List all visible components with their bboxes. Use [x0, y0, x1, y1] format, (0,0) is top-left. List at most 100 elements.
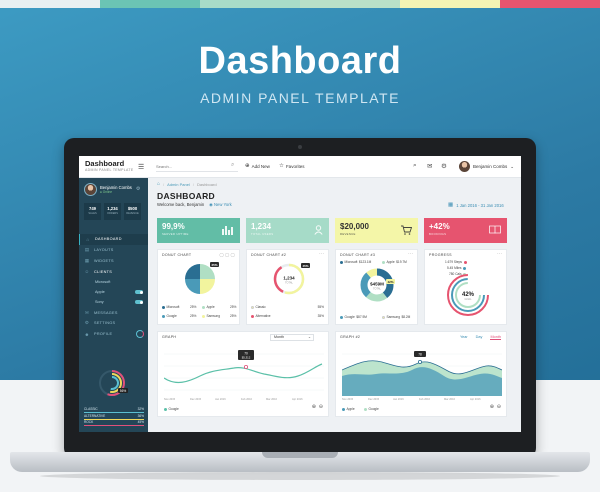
legend-label: Classic: [255, 305, 266, 309]
donut-chart-2-card: DONUT CHART #2 ··· 1,234 TOTAL 45% Class…: [246, 249, 329, 325]
sidebar-item-clients[interactable]: ☺ CLIENTS: [79, 266, 148, 277]
color-swatches: [0, 0, 600, 8]
legend-value: 55%: [317, 305, 324, 309]
search-icon[interactable]: ⌕: [413, 162, 417, 170]
sidebar-profile[interactable]: Benjamin Combs ● Online: [84, 183, 132, 196]
period-select[interactable]: Month ⌄: [270, 333, 314, 341]
card-title: DONUT CHART #3: [340, 253, 376, 257]
kpi-card-revenue[interactable]: $20,000 REVENUE: [335, 218, 418, 243]
location[interactable]: ◉ New York: [209, 202, 232, 207]
stat-label: SALES: [88, 212, 97, 215]
gear-icon[interactable]: ⚙: [136, 186, 140, 192]
tab-year[interactable]: Year: [460, 335, 468, 340]
search-icon[interactable]: ⌕: [231, 162, 234, 169]
add-new-button[interactable]: ⊕ Add New: [245, 163, 270, 169]
zoom-in-icon[interactable]: ⊕: [490, 404, 494, 410]
tab-month[interactable]: Month: [490, 335, 501, 340]
legend-item: Apple: [202, 305, 215, 309]
legend-item: Apple $19.7M: [382, 260, 407, 264]
legend-label: Google: [166, 314, 177, 318]
tab-day[interactable]: Day: [476, 335, 483, 340]
sidebar-item-dashboard[interactable]: ⌂ DASHBOARD: [79, 234, 148, 245]
more-icon[interactable]: ···: [319, 251, 324, 257]
sidebar-nav: ⌂ DASHBOARD ▤ LAYOUTS ▦ WIDGETS ☺ CLIENT…: [79, 234, 148, 340]
kpi-card-uptime[interactable]: 99,9% SERVER UPTIME: [157, 218, 240, 243]
sidebar-item-layouts[interactable]: ▤ LAYOUTS: [79, 245, 148, 256]
kpi-card-bookings[interactable]: +42% BOOKINGS: [424, 218, 507, 243]
hero-subtitle: ADMIN PANEL TEMPLATE: [200, 90, 400, 106]
sidebar-subitem-microsoft[interactable]: Microsoft: [79, 277, 148, 287]
data-point-highlight[interactable]: [244, 364, 249, 369]
search-input[interactable]: [156, 162, 238, 172]
progress-center-label: GOAL: [465, 298, 473, 301]
sidebar-item-label: SETTINGS: [94, 321, 116, 326]
legend-value: $87.9M: [356, 315, 367, 319]
x-tick: Feb 2016: [419, 398, 430, 401]
sidebar-stats: 749 SALES 1,234 ORDERS $500 REVENUE: [84, 203, 141, 220]
more-icon[interactable]: ···: [497, 251, 502, 257]
top-bar: Dashboard ADMIN PANEL TEMPLATE ☰ ⌕ ⊕ Add…: [79, 156, 521, 178]
legend-label: Apple: [346, 407, 355, 411]
legend-item: Google: [164, 407, 179, 411]
sidebar-item-settings[interactable]: ⚙ SETTINGS: [79, 318, 148, 329]
toggle-switch[interactable]: [135, 300, 143, 305]
data-point-highlight[interactable]: [418, 359, 423, 364]
legend-label: Google: [368, 407, 379, 411]
legend-value: 35%: [317, 314, 324, 318]
swatch: [200, 0, 300, 8]
donut-badge-label: 56%: [120, 389, 127, 393]
stat-label: REVENUE: [126, 212, 139, 215]
toggle-switch[interactable]: [135, 290, 143, 295]
progress-label: 1.679 Steps: [445, 260, 463, 264]
layout-icon: ▤: [84, 247, 90, 253]
sidebar-subitem-sony[interactable]: Sony: [79, 297, 148, 307]
profile-icon: ☻: [84, 331, 90, 337]
x-tick: Nov 2015: [164, 398, 176, 401]
user-name: Benjamin Combs: [473, 164, 508, 169]
x-tick: Apr 2016: [470, 398, 481, 401]
user-menu[interactable]: Benjamin Combs ⌄: [459, 161, 514, 172]
hero-title: Dashboard: [198, 40, 402, 82]
zoom-out-icon[interactable]: ⊖: [497, 404, 501, 410]
card-controls[interactable]: ◯ ◯ ◯: [219, 252, 235, 257]
x-tick: Dec 2015: [368, 398, 380, 401]
breadcrumb-link[interactable]: Admin Panel: [167, 182, 190, 187]
user-icon: ☺: [84, 269, 90, 275]
kpi-card-users[interactable]: 1,234 TOTAL USERS: [246, 218, 329, 243]
legend-label: Alternative: [255, 314, 271, 318]
stat-box: $500 REVENUE: [124, 203, 141, 220]
legend-item: Samsung: [202, 314, 220, 318]
tooltip-value: 78: [418, 352, 422, 356]
favorites-button[interactable]: ☆ Favorites: [279, 163, 304, 169]
zoom-in-icon[interactable]: ⊕: [312, 404, 316, 410]
legend-value: 25%: [190, 314, 197, 318]
home-icon[interactable]: ⌂: [157, 181, 160, 187]
swatch: [0, 0, 100, 8]
x-tick: Jan 2016: [393, 398, 404, 401]
date-range-picker[interactable]: ▦ 1 Jan 2016 - 31 Jan 2016: [448, 202, 504, 208]
tooltip-sub: $5,312: [242, 355, 251, 359]
legend-item: ROCK 45%: [84, 420, 144, 426]
mail-icon[interactable]: ✉: [427, 162, 432, 170]
legend-item: CLASSIC 32%: [84, 407, 144, 413]
favorites-label: Favorites: [285, 163, 305, 169]
sidebar-item-widgets[interactable]: ▦ WIDGETS: [79, 256, 148, 267]
sidebar-item-messages[interactable]: ✉ MESSAGES: [79, 307, 148, 318]
stat-value: 749: [89, 206, 96, 211]
menu-icon[interactable]: ☰: [138, 163, 144, 171]
donut-chart-3-card: DONUT CHART #3 ··· Microsoft $123.1M Appl…: [335, 249, 418, 325]
card-title: GRAPH #2: [340, 335, 361, 339]
brand[interactable]: Dashboard ADMIN PANEL TEMPLATE: [85, 159, 133, 172]
gear-icon[interactable]: ⚙: [441, 162, 447, 170]
card-title: PROGRESS: [429, 253, 452, 257]
welcome-line: Welcome back, Benjamin ◉ New York: [157, 202, 232, 207]
sidebar-subitem-apple[interactable]: Apple: [79, 287, 148, 297]
area-chart: 78: [342, 351, 502, 396]
page-title: DASHBOARD: [157, 191, 215, 201]
zoom-out-icon[interactable]: ⊖: [319, 404, 323, 410]
legend-label: Microsoft: [166, 305, 180, 309]
sidebar-item-profile[interactable]: ☻ PROFILE: [79, 329, 148, 340]
more-icon[interactable]: ···: [408, 251, 413, 257]
screen: Dashboard ADMIN PANEL TEMPLATE ☰ ⌕ ⊕ Add…: [79, 156, 521, 432]
donut-badge: 45%: [301, 263, 311, 268]
